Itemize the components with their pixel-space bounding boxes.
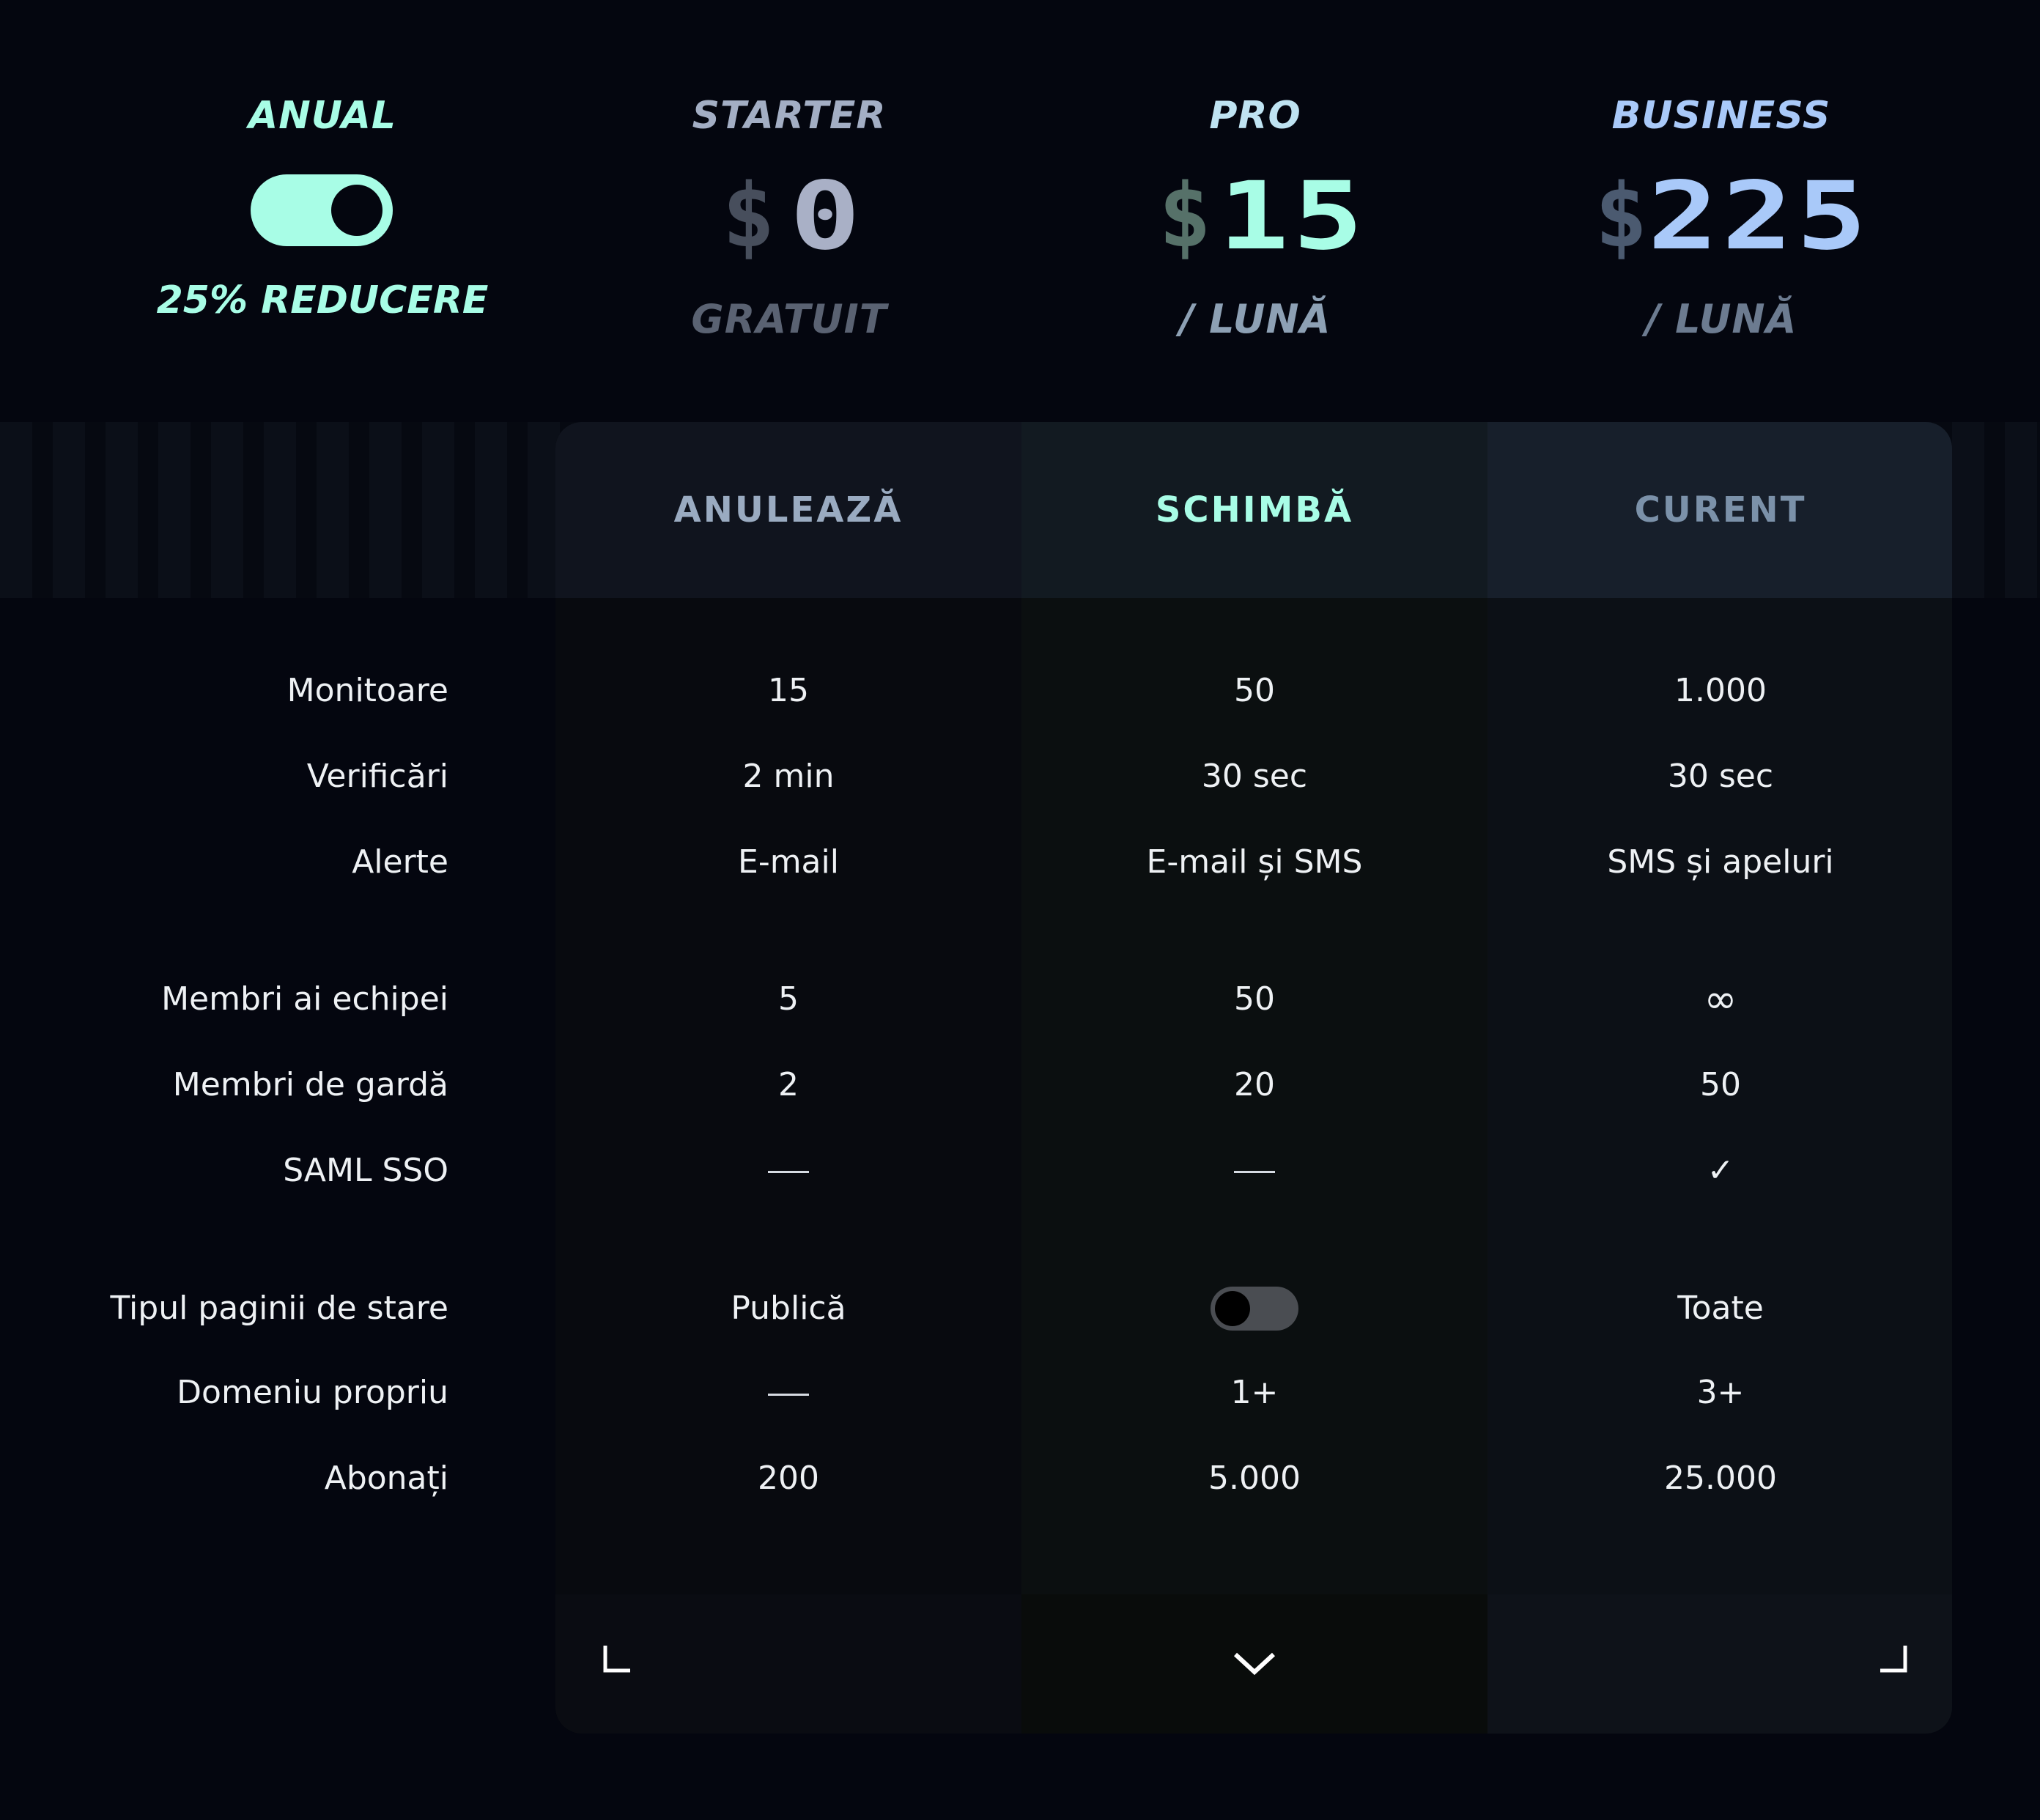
value-monitors: 15 — [768, 672, 809, 709]
plan-comparison-table: ANULEAZĂ 15 2 min E-mail 5 2 Publică 200… — [555, 422, 1952, 1734]
chevron-down-icon[interactable] — [1231, 1649, 1278, 1678]
currency-symbol: $ — [1158, 166, 1212, 267]
feature-label-monitors: Monitoare — [287, 672, 448, 709]
value-on-call: 2 — [778, 1066, 799, 1103]
feature-label-team-members: Membri ai echipei — [161, 980, 448, 1018]
column-footer — [1021, 1594, 1488, 1734]
toggle-off-icon — [1215, 1291, 1250, 1326]
feature-label-alerts: Alerte — [352, 843, 448, 881]
price-amount: 15 — [1218, 162, 1367, 271]
plan-period-business: / LUNĂ — [1645, 296, 1797, 342]
plan-name-pro: PRO — [1209, 94, 1301, 138]
feature-label-saml-sso: SAML SSO — [283, 1152, 448, 1189]
column-footer — [1488, 1594, 1952, 1734]
plan-column-business: CURENT 1.000 30 sec SMS și apeluri ∞ 50 … — [1488, 422, 1952, 1734]
feature-label-status-page-type: Tipul paginii de stare — [110, 1290, 448, 1327]
value-subscribers: 5.000 — [1208, 1460, 1301, 1497]
currency-symbol: $ — [722, 166, 775, 267]
plan-column-pro: SCHIMBĂ 50 30 sec E-mail și SMS 50 20 1+… — [1021, 422, 1488, 1734]
value-alerts: E-mail — [738, 843, 839, 881]
status-page-type-toggle[interactable] — [1211, 1287, 1298, 1331]
value-monitors: 1.000 — [1674, 672, 1767, 709]
column-footer — [555, 1594, 1021, 1734]
value-team-members: 50 — [1234, 980, 1275, 1018]
infinity-icon: ∞ — [1704, 976, 1737, 1022]
current-plan-button[interactable]: CURENT — [1488, 422, 1952, 598]
value-custom-domain: 3+ — [1696, 1374, 1745, 1411]
value-custom-domain: 1+ — [1230, 1374, 1279, 1411]
value-alerts: SMS și apeluri — [1607, 843, 1834, 881]
value-checks: 30 sec — [1667, 758, 1774, 795]
plan-price-business: $ 225 — [1487, 162, 1956, 271]
value-alerts: E-mail și SMS — [1146, 843, 1363, 881]
toggle-knob — [331, 185, 382, 236]
corner-bottom-left-icon — [603, 1646, 630, 1673]
value-custom-domain-dash — [768, 1394, 809, 1396]
corner-bottom-right-icon — [1880, 1646, 1907, 1673]
value-team-members: 5 — [778, 980, 799, 1018]
discount-label: 25% REDUCERE — [156, 278, 489, 322]
feature-label-subscribers: Abonați — [324, 1460, 448, 1497]
plan-period-pro: / LUNĂ — [1179, 296, 1331, 342]
value-subscribers: 200 — [758, 1460, 819, 1497]
value-on-call: 20 — [1234, 1066, 1275, 1103]
switch-plan-button[interactable]: SCHIMBĂ — [1021, 422, 1488, 598]
cancel-plan-button[interactable]: ANULEAZĂ — [555, 422, 1021, 598]
value-checks: 30 sec — [1201, 758, 1308, 795]
plan-price-pro: $ 15 — [1021, 162, 1490, 271]
plan-price-starter: $ 0 — [555, 162, 1024, 271]
price-amount: 0 — [789, 162, 864, 271]
plan-name-starter: STARTER — [692, 94, 887, 138]
value-saml-sso-dash — [1234, 1171, 1275, 1173]
value-saml-sso-dash — [768, 1171, 809, 1173]
value-checks: 2 min — [742, 758, 835, 795]
checkmark-icon: ✓ — [1707, 1152, 1734, 1189]
value-status-page-type: Toate — [1677, 1290, 1764, 1327]
plan-column-starter: ANULEAZĂ 15 2 min E-mail 5 2 Publică 200 — [555, 422, 1021, 1734]
value-monitors: 50 — [1234, 672, 1275, 709]
value-status-page-type: Publică — [731, 1290, 846, 1327]
plan-period-starter: GRATUIT — [691, 296, 887, 342]
value-on-call: 50 — [1700, 1066, 1741, 1103]
price-amount: 225 — [1647, 162, 1871, 271]
feature-label-custom-domain: Domeniu propriu — [177, 1374, 448, 1411]
annual-billing-toggle[interactable] — [251, 174, 393, 246]
currency-symbol: $ — [1594, 166, 1648, 267]
billing-period-title: ANUAL — [248, 94, 397, 138]
feature-label-on-call: Membri de gardă — [172, 1066, 448, 1103]
value-subscribers: 25.000 — [1664, 1460, 1777, 1497]
feature-label-checks: Verificări — [306, 758, 448, 795]
plan-name-business: BUSINESS — [1611, 94, 1831, 138]
